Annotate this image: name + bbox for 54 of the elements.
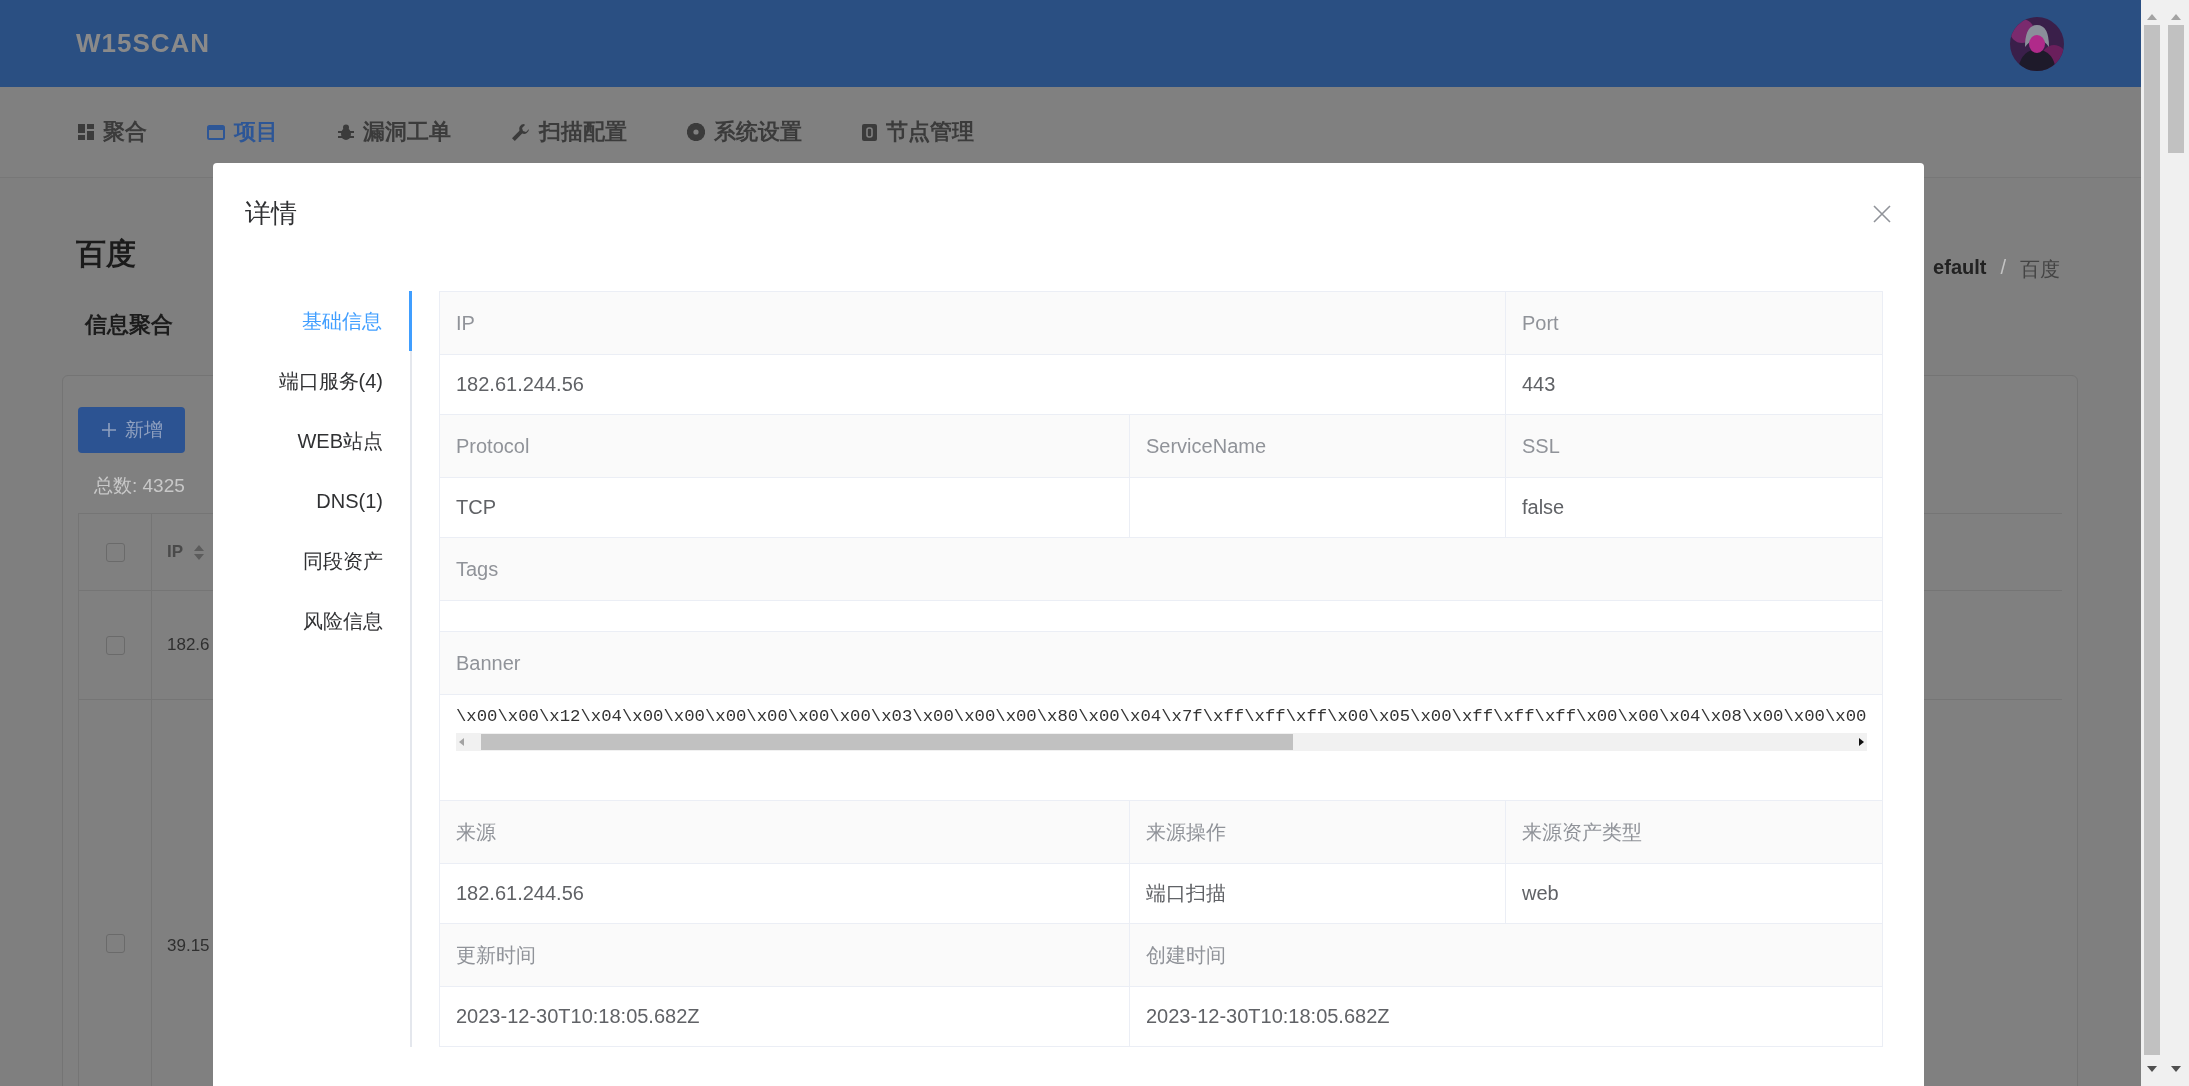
banner-text: \x00\x00\x12\x04\x00\x00\x00\x00\x00\x00\x03\x00\x00\x00\x80\x00\x04\x7f\xff\xff\xff\x00\x05\x00\xff\xff\xff\x00\x00\x04\x08\x00\x00\x00 — [456, 706, 1867, 728]
add-button[interactable]: 新增 — [78, 407, 185, 453]
tab[interactable]: DNS(1) — [213, 471, 412, 531]
window-icon — [207, 123, 225, 141]
tab[interactable]: 同段资产 — [213, 531, 412, 591]
section-tab[interactable]: 信息聚合 — [85, 310, 173, 340]
total-count: 总数: 4325 — [94, 474, 185, 498]
grid-icon — [78, 124, 94, 140]
close-icon[interactable] — [1873, 204, 1891, 223]
dialog-title: 详情 — [245, 197, 297, 230]
tab[interactable]: 端口服务(4) — [213, 351, 412, 411]
tab[interactable]: 基础信息 — [213, 291, 412, 351]
nav-tab[interactable]: 系统设置 — [687, 117, 802, 147]
field-value: 182.61.244.56 — [456, 373, 584, 396]
field-value: 2023-12-30T10:18:05.682Z — [1146, 1005, 1390, 1028]
nav-tab[interactable]: 漏洞工单 — [338, 117, 451, 147]
field-label: Port — [1506, 292, 1883, 355]
table-cell: 39.15 — [167, 936, 210, 956]
page-title: 百度 — [76, 235, 136, 272]
nav-tab[interactable]: 节点管理 — [862, 117, 974, 147]
plus-icon — [100, 422, 117, 438]
breadcrumb-current: 百度 — [2020, 256, 2060, 282]
breadcrumb-separator: / — [2000, 255, 2006, 280]
field-label: 来源 — [440, 801, 1130, 864]
field-value: web — [1522, 882, 1559, 905]
field-value: 443 — [1522, 373, 1556, 396]
field-label: ServiceName — [1130, 415, 1506, 478]
field-value: 端口扫描 — [1146, 881, 1226, 906]
field-value: false — [1522, 496, 1565, 519]
wrench-icon — [511, 122, 530, 142]
breadcrumb-link[interactable]: efault — [1933, 255, 1987, 283]
square-icon — [862, 123, 877, 141]
field-label: SSL — [1506, 415, 1883, 478]
field-label: 创建时间 — [1130, 924, 1883, 987]
field-label: IP — [440, 292, 1506, 355]
nav-tab[interactable]: 聚合 — [78, 117, 147, 147]
avatar — [2010, 16, 2064, 71]
table-cell: 182.6 — [167, 635, 210, 655]
tab[interactable]: WEB站点 — [213, 411, 412, 471]
bug-icon — [338, 123, 354, 141]
field-value: 182.61.244.56 — [456, 882, 584, 905]
field-label: 来源操作 — [1130, 801, 1506, 864]
field-value: 2023-12-30T10:18:05.682Z — [456, 1005, 700, 1028]
field-label: Tags — [440, 538, 1883, 601]
nav-tab[interactable]: 扫描配置 — [511, 117, 627, 147]
tab[interactable]: 风险信息 — [213, 591, 412, 651]
field-label: Banner — [440, 632, 1883, 695]
gear-icon — [687, 123, 705, 141]
field-label: 来源资产类型 — [1506, 801, 1883, 864]
field-label: Protocol — [440, 415, 1130, 478]
nav-tab[interactable]: 项目 — [207, 117, 278, 147]
field-value: TCP — [456, 496, 496, 519]
field-label: 更新时间 — [440, 924, 1130, 987]
sort-icon — [193, 543, 206, 561]
